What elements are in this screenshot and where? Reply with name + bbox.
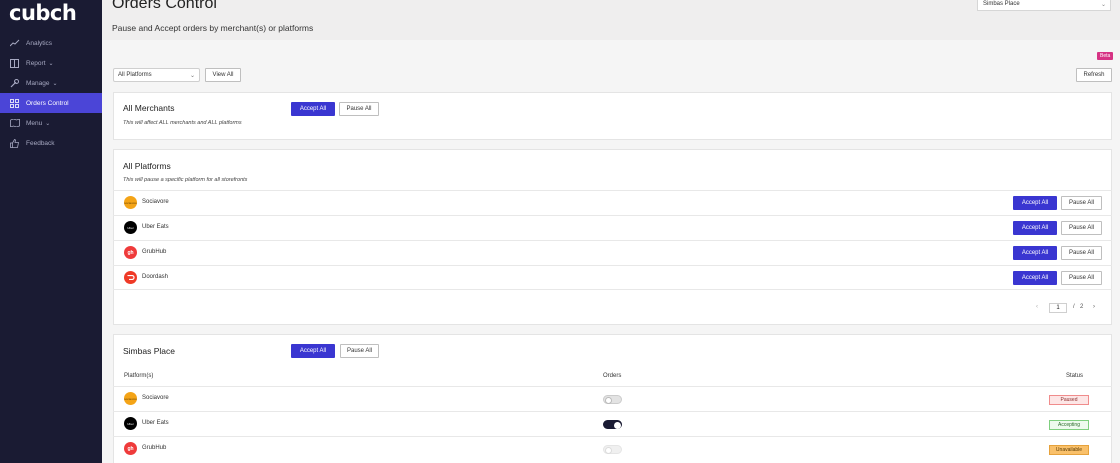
sidebar: cubch Analytics Report ⌄ Manage ⌄ Orders… (0, 0, 102, 463)
app-logo[interactable]: cubch (9, 1, 77, 25)
wrench-icon (9, 78, 20, 89)
platform-name: Sociavore (142, 395, 169, 401)
report-icon (9, 58, 20, 69)
all-merchants-card (113, 92, 1112, 140)
chevron-down-icon: ⌄ (45, 120, 51, 127)
orders-toggle[interactable] (603, 395, 622, 404)
merchant-pause-button[interactable]: Pause All (340, 344, 379, 358)
column-header-orders: Orders (603, 373, 622, 379)
all-platforms-desc: This will pause a specific platform for … (123, 177, 248, 183)
toggle-knob (605, 396, 612, 404)
sidebar-item-label: Analytics (26, 39, 53, 47)
merchant-platform-row: Uber Uber Eats Accepting (113, 411, 1112, 436)
platform-pause-button[interactable]: Pause All (1061, 221, 1102, 235)
uber-eats-logo-icon: Uber (124, 221, 137, 234)
all-merchants-accept-button[interactable]: Accept All (291, 102, 335, 116)
page-input[interactable]: 1 (1049, 303, 1067, 313)
platform-row: Doordash Accept All Pause All (113, 265, 1112, 290)
orders-toggle[interactable] (603, 420, 622, 429)
merchant-select[interactable]: Simbas Place ⌄ (977, 0, 1111, 11)
platform-name: GrubHub (142, 445, 167, 451)
merchant-title: Simbas Place (123, 346, 175, 356)
chevron-down-icon: ⌄ (189, 73, 195, 79)
refresh-button[interactable]: Refresh (1076, 68, 1112, 82)
next-page-icon[interactable]: › (1093, 304, 1095, 310)
all-platforms-title: All Platforms (123, 161, 171, 171)
merchant-platform-row: sociavore Sociavore Paused (113, 386, 1112, 411)
status-badge: Unavailable (1049, 445, 1089, 455)
page-total: 2 (1080, 304, 1084, 310)
column-header-platforms: Platform(s) (124, 373, 154, 379)
platform-pause-button[interactable]: Pause All (1061, 271, 1102, 285)
status-badge: Paused (1049, 395, 1089, 405)
platform-name: Uber Eats (142, 420, 169, 426)
platform-filter-select[interactable]: All Platforms ⌄ (113, 68, 200, 82)
platform-row: Uber Uber Eats Accept All Pause All (113, 215, 1112, 240)
platform-accept-button[interactable]: Accept All (1013, 196, 1057, 210)
platform-name: GrubHub (142, 249, 167, 255)
platform-accept-button[interactable]: Accept All (1013, 221, 1057, 235)
sociavore-logo-icon: sociavore (124, 196, 137, 209)
column-header-status: Status (1066, 373, 1084, 379)
chart-line-icon (9, 38, 20, 49)
platform-accept-button[interactable]: Accept All (1013, 271, 1057, 285)
sidebar-item-feedback[interactable]: Feedback (0, 133, 102, 153)
all-merchants-desc: This will affect ALL merchants and ALL p… (123, 120, 242, 126)
sidebar-item-label: Report (26, 59, 46, 67)
sidebar-item-label: Orders Control (26, 99, 69, 107)
chevron-down-icon: ⌄ (52, 80, 58, 87)
beta-badge: Beta (1097, 52, 1114, 60)
platform-name: Sociavore (142, 199, 169, 205)
sidebar-item-label: Manage (26, 79, 50, 87)
grid-icon (9, 98, 20, 109)
platform-name: Uber Eats (142, 224, 169, 230)
platform-accept-button[interactable]: Accept All (1013, 246, 1057, 260)
sociavore-logo-icon: sociavore (124, 392, 137, 405)
status-badge: Accepting (1049, 420, 1089, 430)
thumbs-up-icon (9, 138, 20, 149)
merchant-platform-row: gh GrubHub Unavailable (113, 436, 1112, 461)
platform-pause-button[interactable]: Pause All (1061, 246, 1102, 260)
sidebar-item-menu[interactable]: Menu ⌄ (0, 113, 102, 133)
sidebar-item-orders-control[interactable]: Orders Control (0, 93, 102, 113)
sidebar-item-report[interactable]: Report ⌄ (0, 53, 102, 73)
sidebar-nav: Analytics Report ⌄ Manage ⌄ Orders Contr… (0, 33, 102, 153)
merchant-accept-button[interactable]: Accept All (291, 344, 335, 358)
chevron-down-icon: ⌄ (48, 60, 54, 67)
merchant-select-value: Simbas Place (983, 1, 1020, 7)
platform-row: sociavore Sociavore Accept All Pause All (113, 190, 1112, 215)
doordash-logo-icon (124, 271, 137, 284)
platform-filter-value: All Platforms (118, 72, 152, 78)
map-icon (9, 118, 20, 129)
uber-eats-logo-icon: Uber (124, 417, 137, 430)
grubhub-logo-icon: gh (124, 246, 137, 259)
view-all-button[interactable]: View All (205, 68, 241, 82)
chevron-down-icon: ⌄ (1100, 2, 1106, 8)
toggle-knob (605, 446, 612, 454)
sidebar-item-manage[interactable]: Manage ⌄ (0, 73, 102, 93)
sidebar-item-label: Feedback (26, 139, 55, 147)
platform-pause-button[interactable]: Pause All (1061, 196, 1102, 210)
platform-name: Doordash (142, 274, 169, 280)
toggle-knob (614, 421, 621, 429)
page-separator: / (1073, 304, 1075, 310)
orders-toggle[interactable] (603, 445, 622, 454)
grubhub-logo-icon: gh (124, 442, 137, 455)
platform-row: gh GrubHub Accept All Pause All (113, 240, 1112, 265)
sidebar-item-label: Menu (26, 119, 43, 127)
all-merchants-pause-button[interactable]: Pause All (339, 102, 379, 116)
page-subtitle: Pause and Accept orders by merchant(s) o… (112, 23, 314, 33)
sidebar-item-analytics[interactable]: Analytics (0, 33, 102, 53)
page-title: Orders Control (112, 0, 217, 12)
all-merchants-title: All Merchants (123, 103, 175, 113)
prev-page-icon[interactable]: ‹ (1036, 304, 1038, 310)
